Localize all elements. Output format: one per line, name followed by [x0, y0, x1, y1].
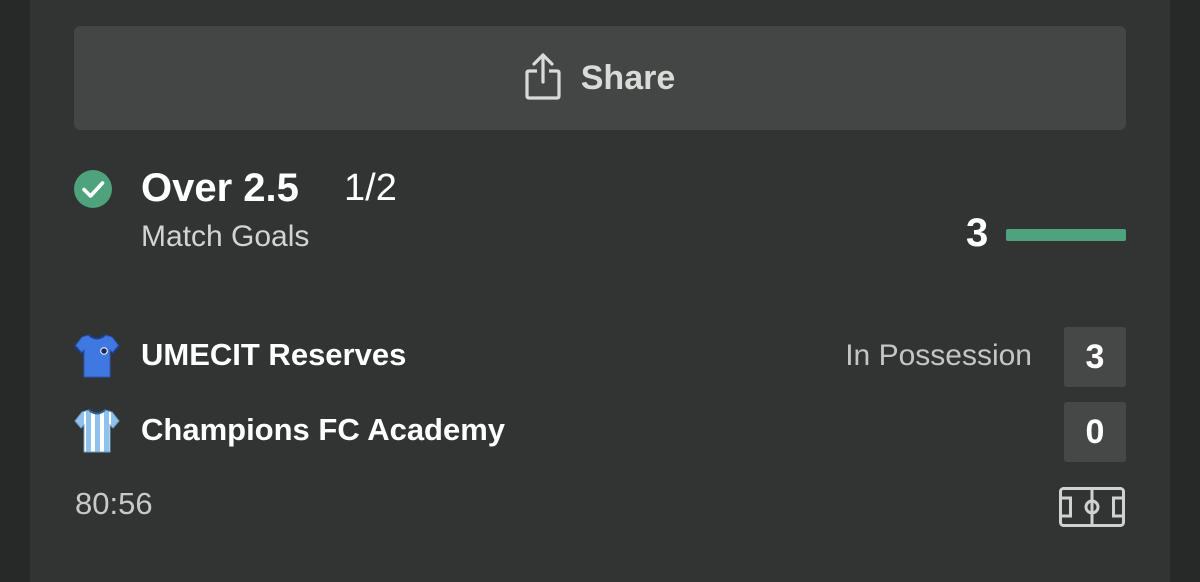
share-icon	[525, 53, 561, 100]
check-circle-icon	[74, 170, 112, 208]
team-score: 0	[1064, 402, 1126, 462]
progress-bar	[1006, 229, 1126, 241]
match-time: 80:56	[75, 486, 153, 521]
team-row-away: Champions FC Academy 0	[74, 402, 1126, 462]
team-name: Champions FC Academy	[141, 412, 506, 447]
pitch-icon[interactable]	[1059, 487, 1125, 527]
striped-shirt-icon	[74, 409, 120, 453]
share-button[interactable]: Share	[74, 26, 1126, 130]
team-name: UMECIT Reserves	[141, 337, 407, 372]
market-odds: 1/2	[344, 167, 397, 209]
market-subtitle: Match Goals	[141, 220, 310, 253]
team-row-home: UMECIT Reserves In Possession 3	[74, 327, 1126, 387]
progress-value: 3	[966, 211, 989, 255]
possession-label: In Possession	[845, 339, 1032, 372]
share-label: Share	[580, 58, 676, 97]
bet-card: Share Over 2.5 1/2 Match Goals 3 UMECIT …	[30, 0, 1170, 582]
progress-fill	[1006, 229, 1126, 241]
blue-shirt-icon	[74, 334, 120, 378]
team-score: 3	[1064, 327, 1126, 387]
market-name: Over 2.5	[141, 166, 299, 210]
